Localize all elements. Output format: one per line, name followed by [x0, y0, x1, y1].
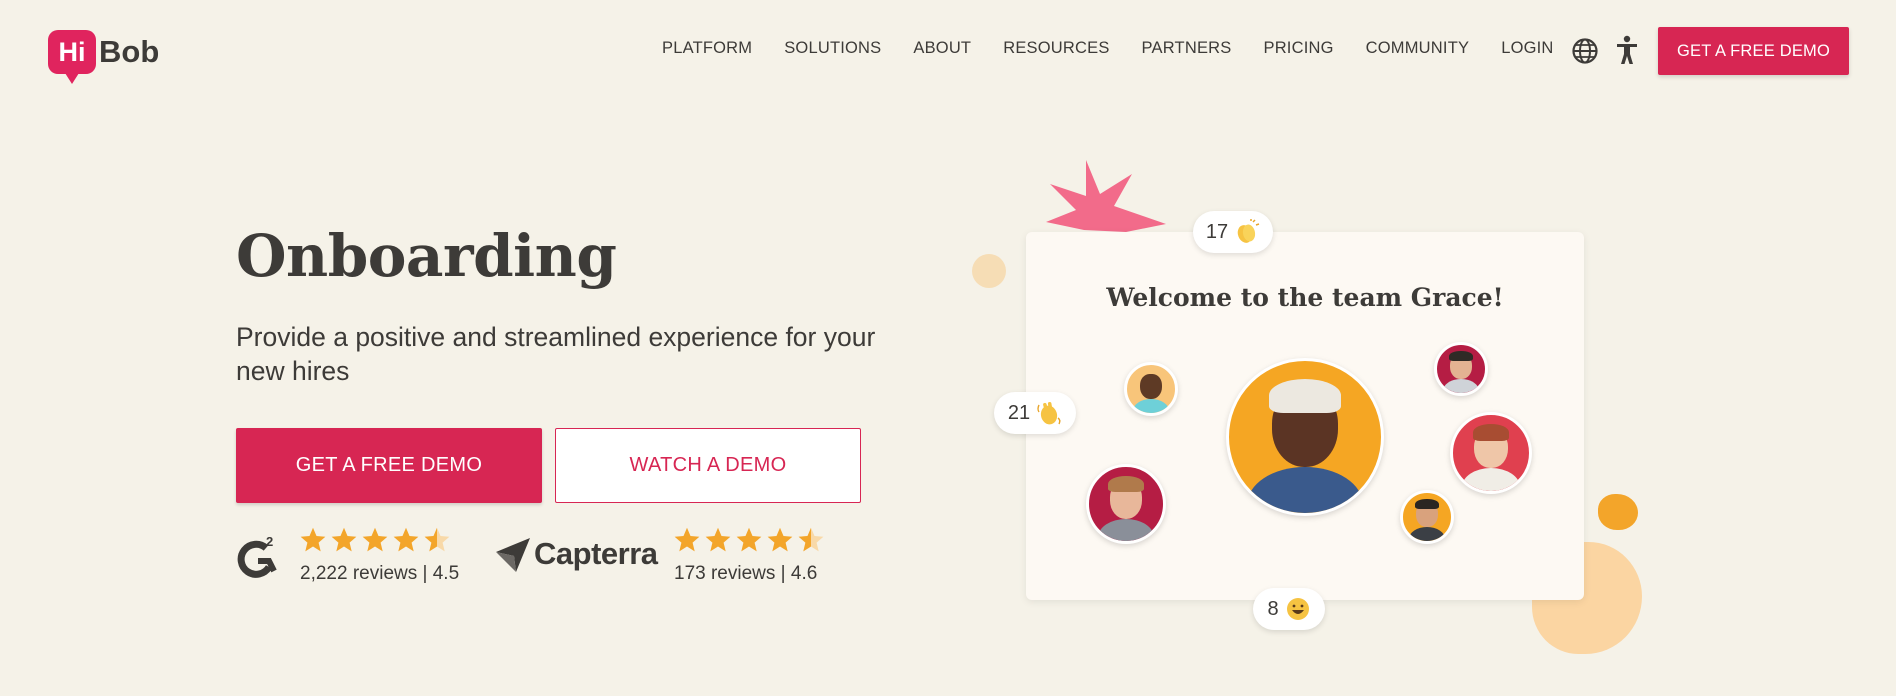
reaction-count: 17	[1205, 220, 1229, 243]
star-icon	[674, 527, 700, 552]
waving-hand-icon	[1037, 401, 1061, 425]
avatar	[1086, 464, 1166, 544]
pink-splat-decoration	[1046, 160, 1166, 232]
nav-resources[interactable]: RESOURCES	[1003, 39, 1109, 58]
welcome-card: Welcome to the team Grace!	[1026, 232, 1584, 600]
accessibility-icon[interactable]	[1614, 35, 1640, 65]
star-icon	[736, 527, 762, 552]
reaction-bubble-clap[interactable]: 17	[1193, 211, 1273, 253]
capterra-logo[interactable]: Capterra	[496, 536, 658, 572]
reaction-bubble-wave[interactable]: 21	[994, 392, 1076, 434]
g2-reviews-text: 2,222 reviews | 4.5	[300, 563, 460, 584]
decorative-blob	[1598, 494, 1638, 530]
reaction-count: 21	[1007, 401, 1031, 424]
globe-icon[interactable]	[1571, 37, 1599, 65]
star-icon	[331, 527, 357, 552]
g2-logo-icon[interactable]: 2	[236, 534, 280, 580]
star-icon	[393, 527, 419, 552]
nav-about[interactable]: ABOUT	[913, 39, 971, 58]
avatar	[1450, 412, 1532, 494]
star-icon	[767, 527, 793, 552]
reaction-count: 8	[1267, 597, 1279, 620]
page-title: Onboarding	[236, 222, 617, 290]
g2-star-rating	[299, 526, 451, 554]
capterra-arrow-icon	[496, 538, 530, 572]
hibob-logo[interactable]: Hi Bob	[48, 30, 160, 84]
star-icon	[705, 527, 731, 552]
clapping-hands-icon	[1237, 219, 1260, 243]
nav-login[interactable]: LOGIN	[1501, 39, 1553, 58]
nav-platform[interactable]: PLATFORM	[662, 39, 752, 58]
avatar	[1400, 490, 1454, 544]
logo-bob: Bob	[99, 34, 160, 69]
star-icon	[362, 527, 388, 552]
get-free-demo-button[interactable]: GET A FREE DEMO	[236, 428, 542, 503]
header-get-demo-button[interactable]: GET A FREE DEMO	[1658, 27, 1849, 75]
star-icon	[300, 527, 326, 552]
avatar	[1124, 362, 1178, 416]
half-star-icon	[798, 527, 824, 552]
half-star-icon	[424, 527, 450, 552]
smiling-face-icon	[1286, 598, 1309, 620]
main-nav: PLATFORM SOLUTIONS ABOUT RESOURCES PARTN…	[662, 39, 1554, 58]
capterra-wordmark: Capterra	[534, 536, 658, 571]
avatar-grace	[1226, 358, 1384, 516]
nav-pricing[interactable]: PRICING	[1263, 39, 1333, 58]
nav-solutions[interactable]: SOLUTIONS	[784, 39, 881, 58]
watch-demo-button[interactable]: WATCH A DEMO	[555, 428, 861, 503]
welcome-card-title: Welcome to the team Grace!	[1106, 283, 1504, 312]
svg-text:2: 2	[266, 534, 273, 549]
logo-hi: Hi	[48, 30, 96, 84]
avatar	[1434, 342, 1488, 396]
nav-community[interactable]: COMMUNITY	[1366, 39, 1470, 58]
decorative-blob	[972, 254, 1006, 288]
nav-partners[interactable]: PARTNERS	[1142, 39, 1232, 58]
reaction-bubble-smile[interactable]: 8	[1253, 588, 1325, 630]
hero-subtitle: Provide a positive and streamlined exper…	[236, 322, 876, 386]
capterra-reviews-text: 173 reviews | 4.6	[674, 563, 818, 584]
capterra-star-rating	[673, 526, 825, 554]
